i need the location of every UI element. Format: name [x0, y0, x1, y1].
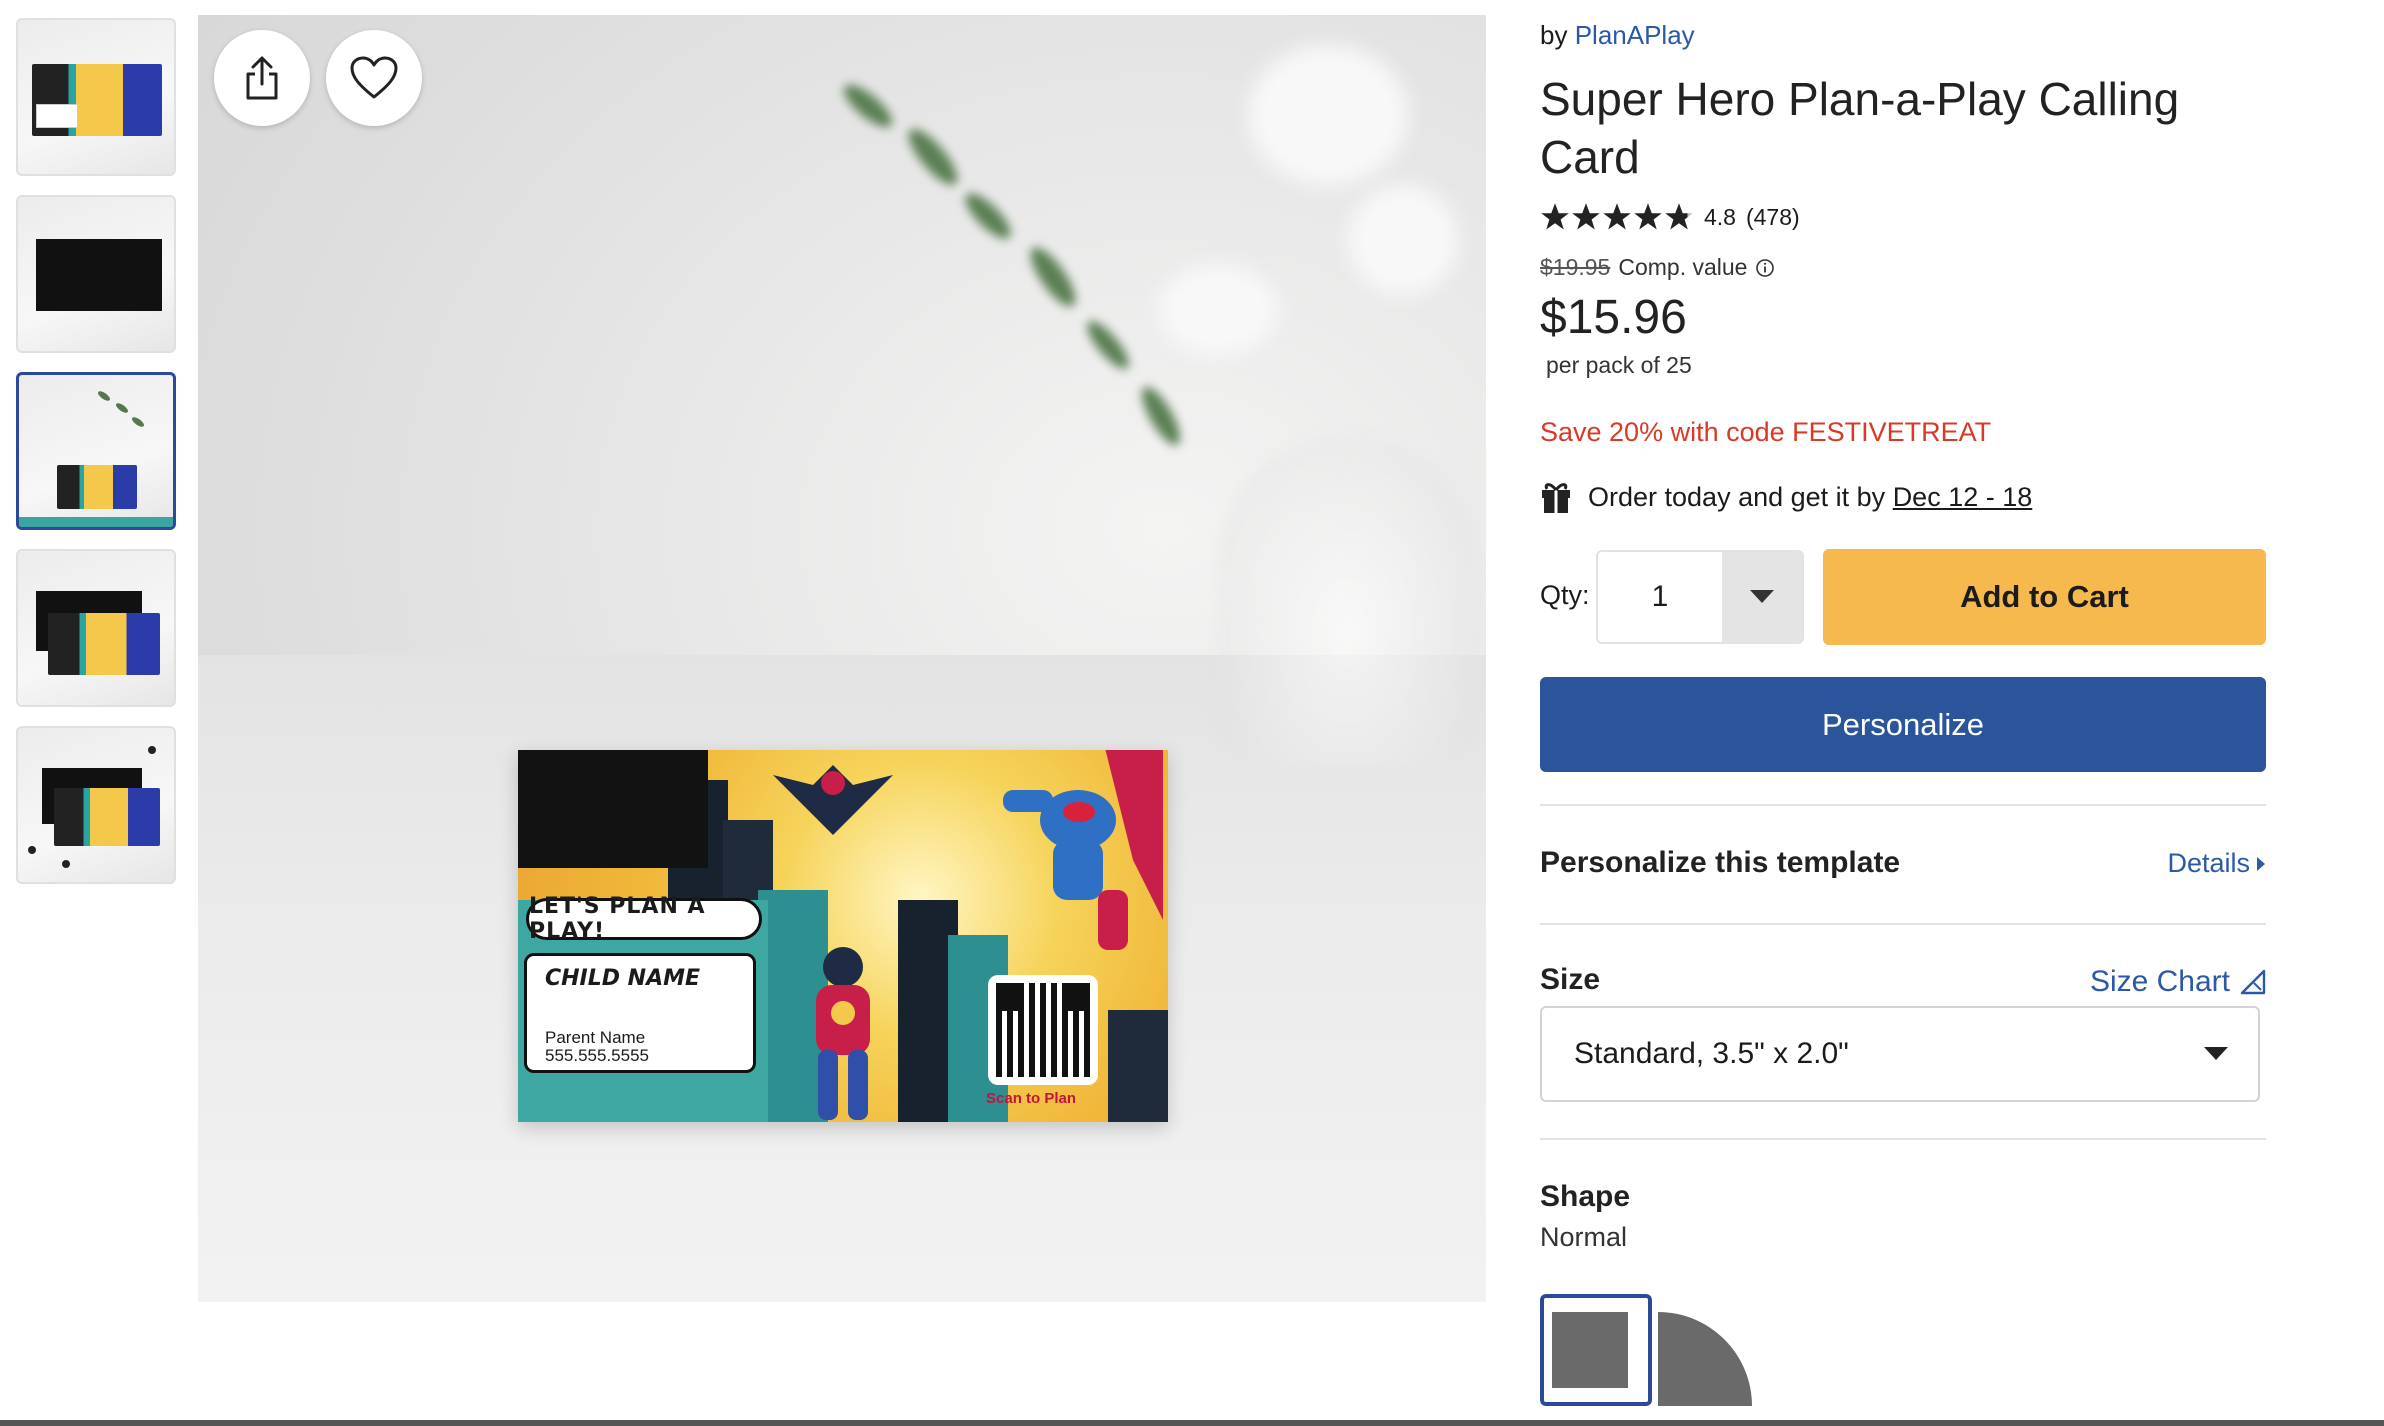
size-chart-label: Size Chart	[2089, 965, 2230, 998]
delivery-estimate: Order today and get it by Dec 12 - 18	[1540, 480, 2032, 514]
details-link[interactable]: Details	[2167, 848, 2266, 879]
square-shape-icon	[1552, 1312, 1628, 1388]
comparison-price: $19.95 Comp. value	[1540, 254, 1775, 281]
product-title: Super Hero Plan-a-Play Calling Card	[1540, 73, 2180, 183]
card-speech-bubble: LET'S PLAN A PLAY!	[526, 894, 762, 944]
current-price: $15.96	[1540, 291, 1687, 344]
caret-right-icon	[2257, 856, 2265, 871]
review-count: (478)	[1745, 203, 1800, 230]
quantity-dropdown-toggle[interactable]	[1722, 552, 1802, 642]
background-leaf	[1134, 381, 1188, 451]
shape-option-rounded[interactable]	[1658, 1312, 1752, 1406]
info-icon[interactable]	[1755, 258, 1775, 278]
ruler-icon	[2240, 969, 2266, 995]
qr-caption: Scan to Plan	[986, 1090, 1077, 1107]
thumbnail-4[interactable]	[16, 549, 176, 707]
thumbnail-leaf	[130, 415, 146, 429]
background-leaf	[837, 78, 899, 134]
star-icon	[1572, 203, 1600, 230]
divider	[1540, 804, 2266, 806]
size-chart-link[interactable]: Size Chart	[2090, 965, 2266, 999]
thumbnail-leaf	[96, 389, 112, 403]
personalize-button[interactable]: Personalize	[1540, 677, 2266, 772]
thumbnail-name-box	[36, 104, 78, 128]
thumbnail-5[interactable]	[16, 726, 176, 884]
brand-link[interactable]: PlanAPlay	[1575, 20, 1695, 50]
card-phone: 555.555.5555	[545, 1046, 649, 1065]
background-leaf	[959, 187, 1017, 245]
delivery-date-link[interactable]: Dec 12 - 18	[1893, 482, 2033, 512]
star-icon	[1634, 203, 1662, 230]
thumbnail-strip	[19, 517, 173, 527]
thumbnail-pin	[28, 846, 36, 854]
divider	[1540, 923, 2266, 925]
rating-value: 4.8	[1704, 203, 1736, 230]
background-flower	[1348, 185, 1458, 295]
shape-option-normal[interactable]	[1540, 1294, 1652, 1406]
size-select[interactable]: Standard, 3.5" x 2.0"	[1540, 1006, 2260, 1102]
thumbnail-card-back	[36, 239, 162, 311]
divider	[1540, 1138, 2266, 1140]
background-leaf	[901, 122, 965, 192]
quantity-value: 1	[1651, 580, 1669, 613]
product-main-image: LET'S PLAN A PLAY! CHILD NAME Parent Nam…	[198, 15, 1486, 1302]
add-to-cart-button[interactable]: Add to Cart	[1823, 549, 2266, 645]
card-name-box: CHILD NAME Parent Name 555.555.5555	[524, 953, 756, 1073]
quantity-select[interactable]: 1	[1596, 550, 1804, 644]
byline: by PlanAPlay	[1540, 20, 1695, 51]
gift-icon	[1542, 483, 1570, 513]
thumbnail-3[interactable]	[16, 372, 176, 530]
comp-price: $19.95	[1540, 254, 1611, 280]
background-leaf	[1081, 315, 1135, 375]
qty-label: Qty:	[1540, 580, 1590, 610]
heart-icon	[350, 56, 398, 99]
card-logo-area	[518, 750, 708, 868]
personalize-template-heading: Personalize this template	[1540, 846, 1901, 879]
star-icon	[1603, 203, 1631, 230]
background-flower	[1248, 45, 1408, 185]
star-icon	[1665, 203, 1693, 230]
background-flower	[1158, 265, 1278, 355]
thumbnail-1[interactable]	[16, 18, 176, 176]
glass-vase	[1218, 435, 1478, 765]
rating-stars	[1540, 202, 1694, 232]
superhero-illustration	[773, 765, 893, 835]
delivery-text: Order today and get it by	[1588, 481, 1886, 512]
byline-prefix: by	[1540, 20, 1568, 50]
favorite-button[interactable]	[326, 30, 422, 126]
thumbnail-card-image	[57, 465, 137, 509]
thumbnail-card-image	[54, 788, 160, 846]
shape-selected-value: Normal	[1540, 1222, 1628, 1252]
card-child-name: CHILD NAME	[545, 966, 701, 991]
comp-label: Comp. value	[1618, 254, 1748, 280]
size-heading: Size	[1540, 963, 1601, 996]
superhero-illustration	[1003, 750, 1163, 950]
chevron-down-icon	[1750, 590, 1774, 603]
page-bottom-edge	[0, 1420, 2384, 1426]
thumbnail-2[interactable]	[16, 195, 176, 353]
qr-pattern	[996, 983, 1090, 1077]
details-link-label: Details	[2167, 848, 2250, 878]
card-building	[1108, 1010, 1168, 1122]
thumbnail-leaf	[114, 401, 130, 415]
thumbnail-pin	[62, 860, 70, 868]
card-parent-name: Parent Name	[545, 1028, 646, 1047]
share-icon	[246, 56, 278, 100]
thumbnail-card-image	[48, 613, 160, 675]
star-icon	[1541, 203, 1569, 230]
qr-code	[988, 975, 1098, 1085]
share-button[interactable]	[214, 30, 310, 126]
pack-size: per pack of 25	[1546, 352, 1692, 378]
chevron-down-icon	[2204, 1047, 2228, 1060]
background-leaf	[1023, 241, 1083, 313]
thumbnail-pin	[148, 746, 156, 754]
shape-heading: Shape	[1540, 1180, 1631, 1213]
rating-summary[interactable]: 4.8 (478)	[1540, 202, 1800, 232]
size-selected-value: Standard, 3.5" x 2.0"	[1574, 1037, 1849, 1070]
promo-message: Save 20% with code FESTIVETREAT	[1540, 417, 1992, 447]
superhero-illustration	[816, 947, 870, 1120]
business-card-preview: LET'S PLAN A PLAY! CHILD NAME Parent Nam…	[518, 750, 1168, 1122]
